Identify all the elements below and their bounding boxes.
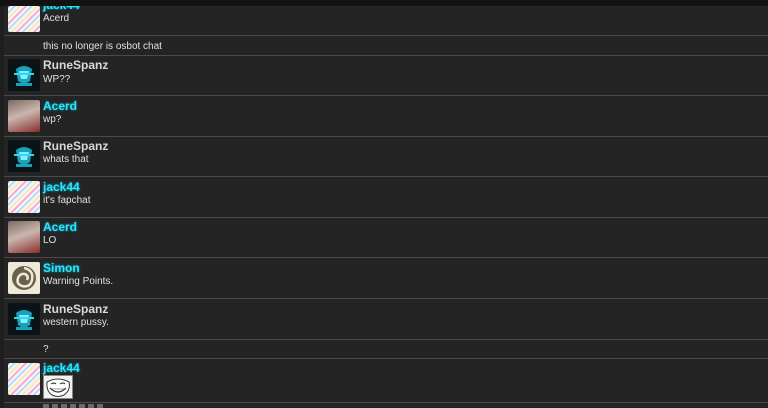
- trollface-drawing: [46, 378, 70, 397]
- cutoff-text: [43, 404, 103, 408]
- username[interactable]: RuneSpanz: [43, 58, 108, 72]
- divider: [4, 95, 768, 96]
- divider: [4, 217, 768, 218]
- message-text: whats that: [43, 154, 89, 165]
- message-text: wp?: [43, 114, 62, 125]
- message-text: ?: [43, 344, 49, 355]
- user-avatar[interactable]: [8, 221, 40, 253]
- divider: [4, 358, 768, 359]
- user-avatar[interactable]: [8, 6, 40, 32]
- username[interactable]: jack44: [43, 6, 80, 12]
- divider: [4, 35, 768, 36]
- divider: [4, 298, 768, 299]
- message-text: this no longer is osbot chat: [43, 41, 162, 52]
- teal-guild-icon: [8, 59, 40, 91]
- swirl-icon: [8, 262, 40, 294]
- divider: [4, 402, 768, 403]
- message-text: western pussy.: [43, 317, 109, 328]
- username[interactable]: jack44: [43, 180, 80, 194]
- username[interactable]: jack44: [43, 361, 80, 375]
- divider: [4, 55, 768, 56]
- username[interactable]: RuneSpanz: [43, 302, 108, 316]
- user-avatar[interactable]: [8, 363, 40, 395]
- message-text: Acerd: [43, 13, 70, 24]
- user-avatar[interactable]: [8, 181, 40, 213]
- trollface-icon: [43, 375, 73, 399]
- divider: [4, 339, 768, 340]
- message-text: LO: [43, 235, 57, 246]
- teal-guild-icon: [8, 140, 40, 172]
- message-text: Warning Points.: [43, 276, 114, 287]
- user-avatar[interactable]: [8, 262, 40, 294]
- user-avatar[interactable]: [8, 303, 40, 335]
- user-avatar[interactable]: [8, 140, 40, 172]
- teal-guild-icon: [8, 303, 40, 335]
- user-avatar[interactable]: [8, 100, 40, 132]
- divider: [4, 257, 768, 258]
- chat-message-list[interactable]: jack44 Acerd this no longer is osbot cha…: [4, 6, 768, 408]
- username[interactable]: Acerd: [43, 99, 77, 113]
- user-avatar[interactable]: [8, 59, 40, 91]
- username[interactable]: Simon: [43, 261, 80, 275]
- username[interactable]: RuneSpanz: [43, 139, 108, 153]
- message-text: WP??: [43, 74, 71, 85]
- divider: [4, 176, 768, 177]
- username[interactable]: Acerd: [43, 220, 77, 234]
- message-text: it's fapchat: [43, 195, 91, 206]
- divider: [4, 136, 768, 137]
